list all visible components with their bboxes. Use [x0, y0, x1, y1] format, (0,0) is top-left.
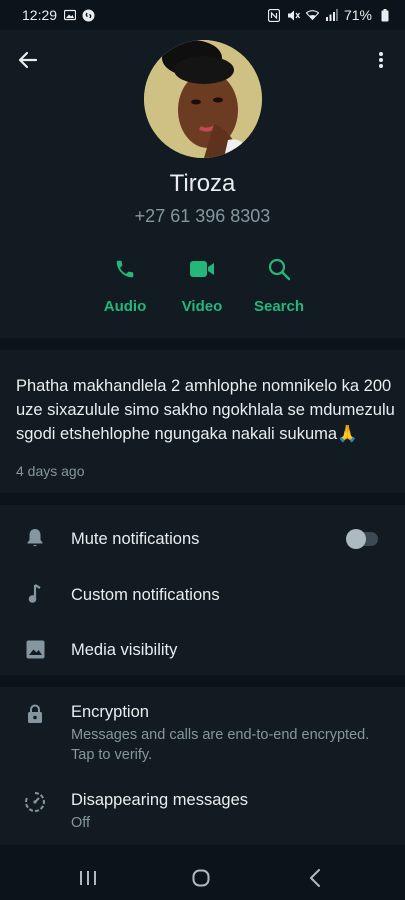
bell-icon — [22, 525, 48, 551]
disappearing-messages-status: Off — [71, 815, 91, 831]
status-time: 12:29 — [22, 7, 58, 23]
profile-header: Tiroza +27 61 396 8303 Audio Video Searc… — [0, 30, 405, 338]
action-bar: Audio Video Search — [0, 252, 405, 322]
mute-notifications-row[interactable]: Mute notifications — [0, 509, 405, 564]
video-icon — [162, 252, 242, 286]
custom-notifications-label: Custom notifications — [71, 586, 220, 604]
avatar[interactable] — [144, 40, 262, 158]
mute-icon — [287, 9, 300, 22]
mute-notifications-label: Mute notifications — [71, 530, 200, 548]
custom-notifications-row[interactable]: Custom notifications — [0, 565, 405, 620]
encryption-row[interactable]: Encryption Messages and calls are end-to… — [0, 687, 405, 775]
system-nav-bar — [0, 855, 405, 900]
image-icon — [22, 636, 48, 662]
privacy-section: Encryption Messages and calls are end-to… — [0, 687, 405, 845]
lock-icon — [22, 701, 48, 727]
contact-phone: +27 61 396 8303 — [134, 206, 271, 226]
status-bar: 12:29 71% — [0, 0, 405, 30]
more-options-button[interactable] — [367, 46, 395, 74]
battery-level: 71% — [343, 7, 372, 23]
media-visibility-row[interactable]: Media visibility — [0, 620, 405, 675]
recent-apps-button[interactable] — [73, 867, 103, 889]
notification-settings: Mute notifications Custom notifications … — [0, 505, 405, 675]
battery-icon — [378, 8, 391, 22]
video-label: Video — [181, 298, 223, 315]
search-icon — [239, 252, 319, 286]
home-icon — [192, 869, 210, 887]
audio-call-button[interactable]: Audio — [85, 252, 165, 315]
about-date: 4 days ago — [16, 463, 85, 479]
wifi-icon — [305, 9, 319, 22]
mute-toggle[interactable] — [346, 529, 378, 549]
more-vertical-icon — [379, 52, 383, 68]
audio-label: Audio — [103, 298, 147, 315]
signal-icon — [325, 9, 338, 22]
disappearing-messages-label: Disappearing messages — [71, 791, 249, 809]
disappearing-messages-row[interactable]: Disappearing messages Off — [0, 783, 405, 841]
home-button[interactable] — [186, 867, 216, 889]
image-icon — [63, 9, 76, 22]
encryption-description: Messages and calls are end-to-end encryp… — [71, 727, 370, 763]
nfc-icon — [268, 8, 281, 22]
video-call-button[interactable]: Video — [162, 252, 242, 315]
music-note-icon — [22, 581, 48, 607]
about-section[interactable]: Phatha makhandlela 2 amhlophe nomnikelo … — [0, 350, 405, 493]
search-label: Search — [253, 298, 305, 315]
search-button[interactable]: Search — [239, 252, 319, 315]
back-button[interactable] — [14, 46, 42, 74]
media-visibility-label: Media visibility — [71, 641, 178, 659]
contact-name: Tiroza — [169, 170, 236, 197]
timer-icon — [22, 789, 48, 815]
recents-icon — [80, 871, 96, 885]
phone-icon — [85, 252, 165, 286]
about-text: Phatha makhandlela 2 amhlophe nomnikelo … — [16, 377, 395, 443]
encryption-label: Encryption — [71, 703, 149, 721]
system-back-button[interactable] — [300, 867, 330, 889]
toggle-knob — [346, 529, 366, 549]
chevron-left-icon — [310, 869, 320, 887]
shazam-icon — [82, 9, 95, 22]
arrow-left-icon — [18, 51, 38, 69]
